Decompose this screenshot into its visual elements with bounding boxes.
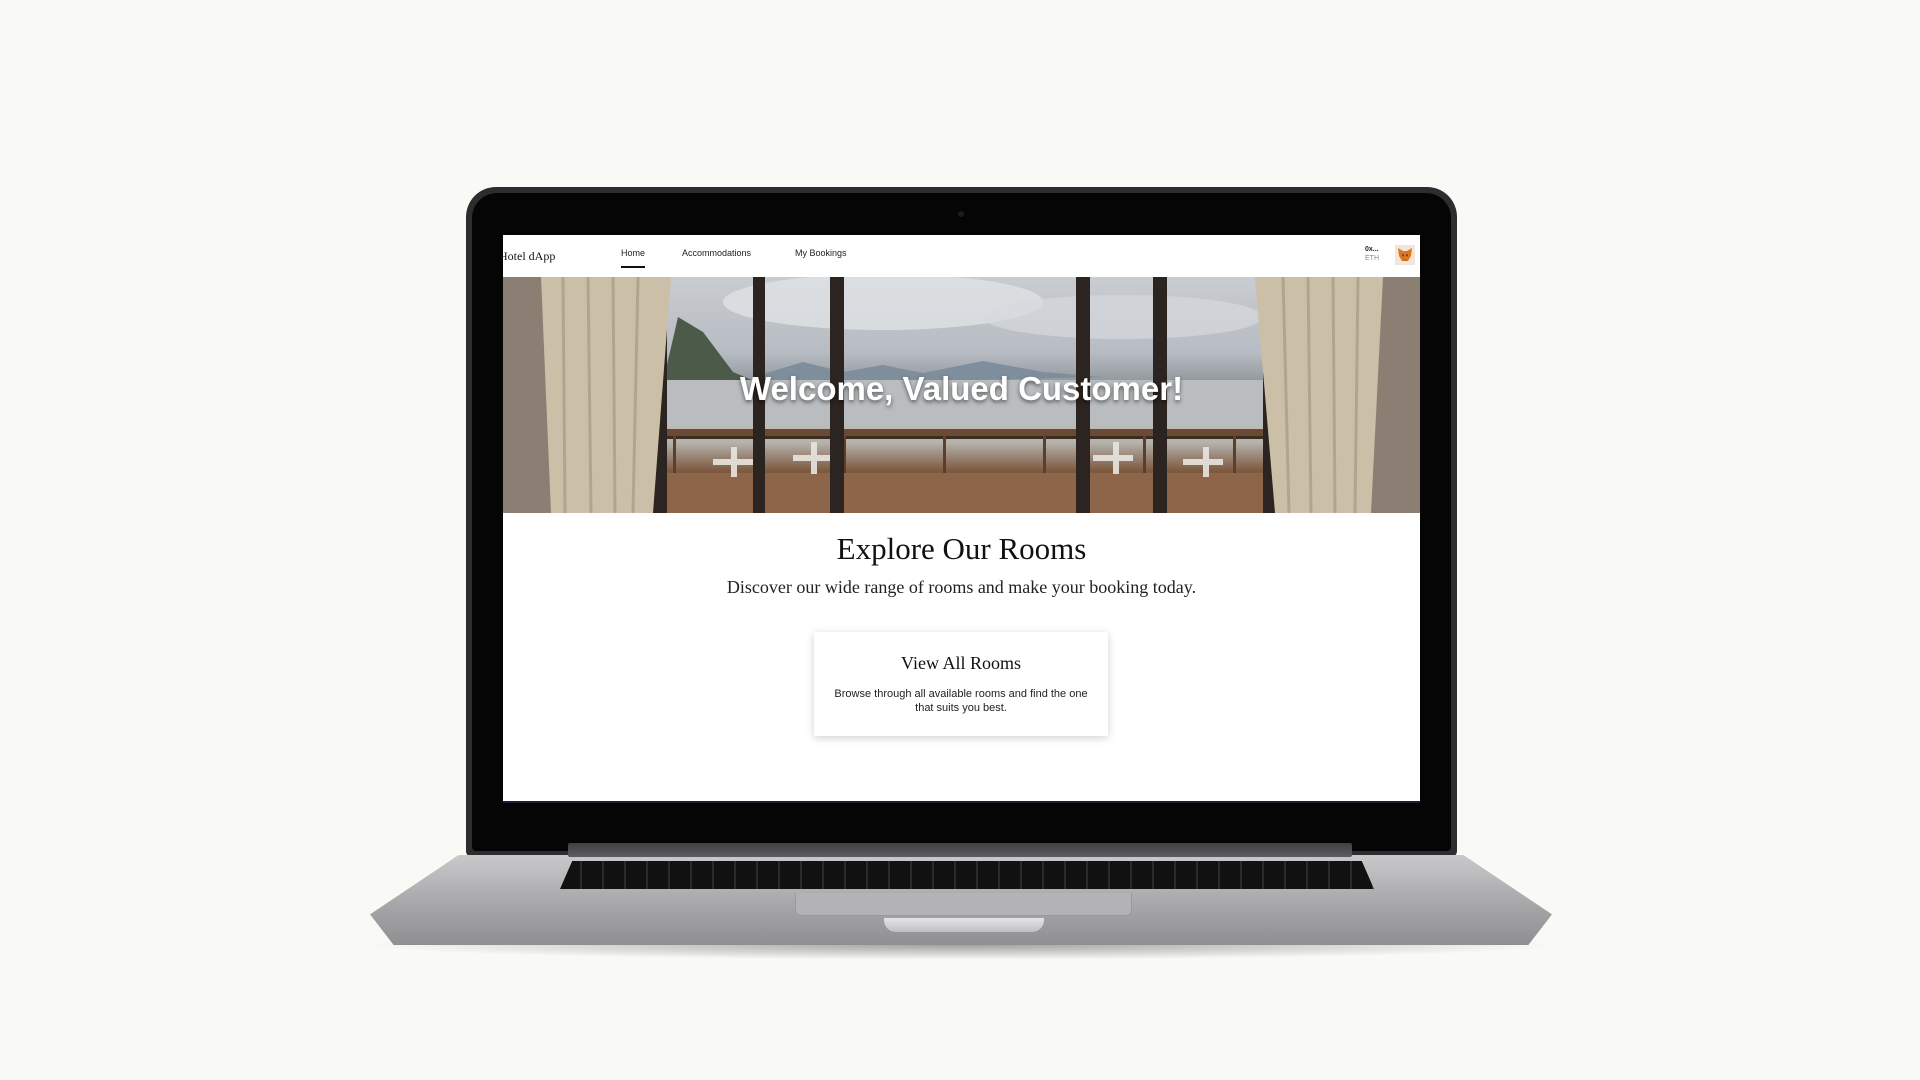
section-title: Explore Our Rooms: [836, 531, 1087, 566]
nav-accommodations[interactable]: Accommodations: [682, 248, 751, 258]
section-subtitle: Discover our wide range of rooms and mak…: [726, 577, 1197, 597]
footer-bar: [503, 801, 1420, 803]
wallet-info[interactable]: 0x... ETH: [1365, 246, 1379, 263]
laptop-notch: [884, 918, 1044, 932]
laptop-trackpad: [795, 893, 1132, 916]
card-title: View All Rooms: [901, 653, 1021, 673]
laptop-hinge: [568, 843, 1352, 857]
nav-my-bookings[interactable]: My Bookings: [795, 248, 847, 258]
metamask-fox-icon[interactable]: [1395, 245, 1415, 265]
laptop-keyboard: [560, 861, 1374, 889]
view-all-rooms-card[interactable]: View All Rooms Browse through all availa…: [814, 632, 1108, 736]
hero-banner: Welcome, Valued Customer!: [503, 277, 1420, 513]
hero-title: Welcome, Valued Customer!: [739, 370, 1184, 407]
browser-screen: Hotel dApp Home Accommodations My Bookin…: [503, 235, 1420, 803]
navbar: Hotel dApp Home Accommodations My Bookin…: [503, 235, 1420, 278]
wallet-currency: ETH: [1365, 255, 1379, 262]
wallet-address: 0x...: [1365, 246, 1379, 253]
brand-logo[interactable]: Hotel dApp: [503, 249, 555, 264]
card-description: Browse through all available rooms and f…: [834, 688, 1088, 714]
camera-icon: [958, 211, 964, 217]
nav-home[interactable]: Home: [621, 248, 646, 268]
